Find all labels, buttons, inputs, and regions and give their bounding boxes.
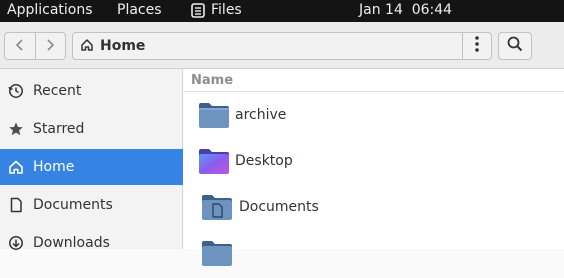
sidebar-item-starred[interactable]: Starred	[0, 111, 183, 147]
file-row-partial[interactable]	[184, 232, 564, 278]
back-button[interactable]	[5, 33, 35, 59]
documents-folder-icon	[201, 192, 233, 222]
column-header-label: Name	[191, 73, 234, 88]
file-row-archive[interactable]: archive	[184, 94, 564, 140]
sidebar-item-recent[interactable]: Recent	[0, 73, 183, 109]
top-bar: Applications Places Files Jan 14 06:44	[0, 0, 564, 22]
folder-icon	[201, 238, 233, 268]
chevron-left-icon	[15, 37, 25, 56]
files-app-label: Files	[211, 2, 242, 18]
sidebar-item-label: Home	[33, 159, 75, 175]
navigation-buttons	[4, 32, 66, 60]
header-bar: Home	[0, 22, 564, 69]
files-app-menu[interactable]: Files	[191, 2, 242, 19]
desktop-folder-icon	[198, 146, 230, 176]
home-icon	[8, 159, 24, 175]
home-icon	[80, 37, 94, 56]
document-icon	[8, 197, 24, 213]
files-icon	[191, 3, 205, 18]
file-name: Documents	[239, 199, 319, 215]
search-button[interactable]	[498, 32, 532, 60]
clock-icon	[8, 83, 24, 99]
sidebar-item-label: Recent	[33, 83, 82, 99]
folder-icon	[198, 100, 230, 130]
file-name: archive	[235, 107, 287, 123]
places-menu[interactable]: Places	[117, 2, 162, 19]
path-label: Home	[100, 38, 146, 54]
kebab-menu-icon	[475, 36, 479, 56]
file-name: Desktop	[235, 153, 293, 169]
forward-button[interactable]	[34, 33, 65, 59]
view-menu-button[interactable]	[462, 32, 492, 60]
file-list: Name archive Desktop Documents	[184, 69, 564, 266]
file-row-desktop[interactable]: Desktop	[184, 140, 564, 186]
sidebar-item-label: Documents	[33, 197, 113, 213]
sidebar: Recent Starred Home Documents Downloads	[0, 69, 183, 251]
chevron-right-icon	[45, 37, 55, 56]
sidebar-item-home[interactable]: Home	[0, 149, 183, 185]
search-icon	[507, 36, 523, 56]
file-row-documents[interactable]: Documents	[184, 186, 564, 232]
applications-menu[interactable]: Applications	[7, 2, 93, 19]
star-icon	[8, 121, 24, 137]
sidebar-item-downloads[interactable]: Downloads	[0, 225, 183, 261]
sidebar-item-documents[interactable]: Documents	[0, 187, 183, 223]
clock[interactable]: Jan 14 06:44	[359, 2, 452, 19]
path-bar[interactable]: Home	[72, 32, 463, 60]
column-header-name[interactable]: Name	[184, 69, 564, 92]
sidebar-item-label: Starred	[33, 121, 85, 137]
